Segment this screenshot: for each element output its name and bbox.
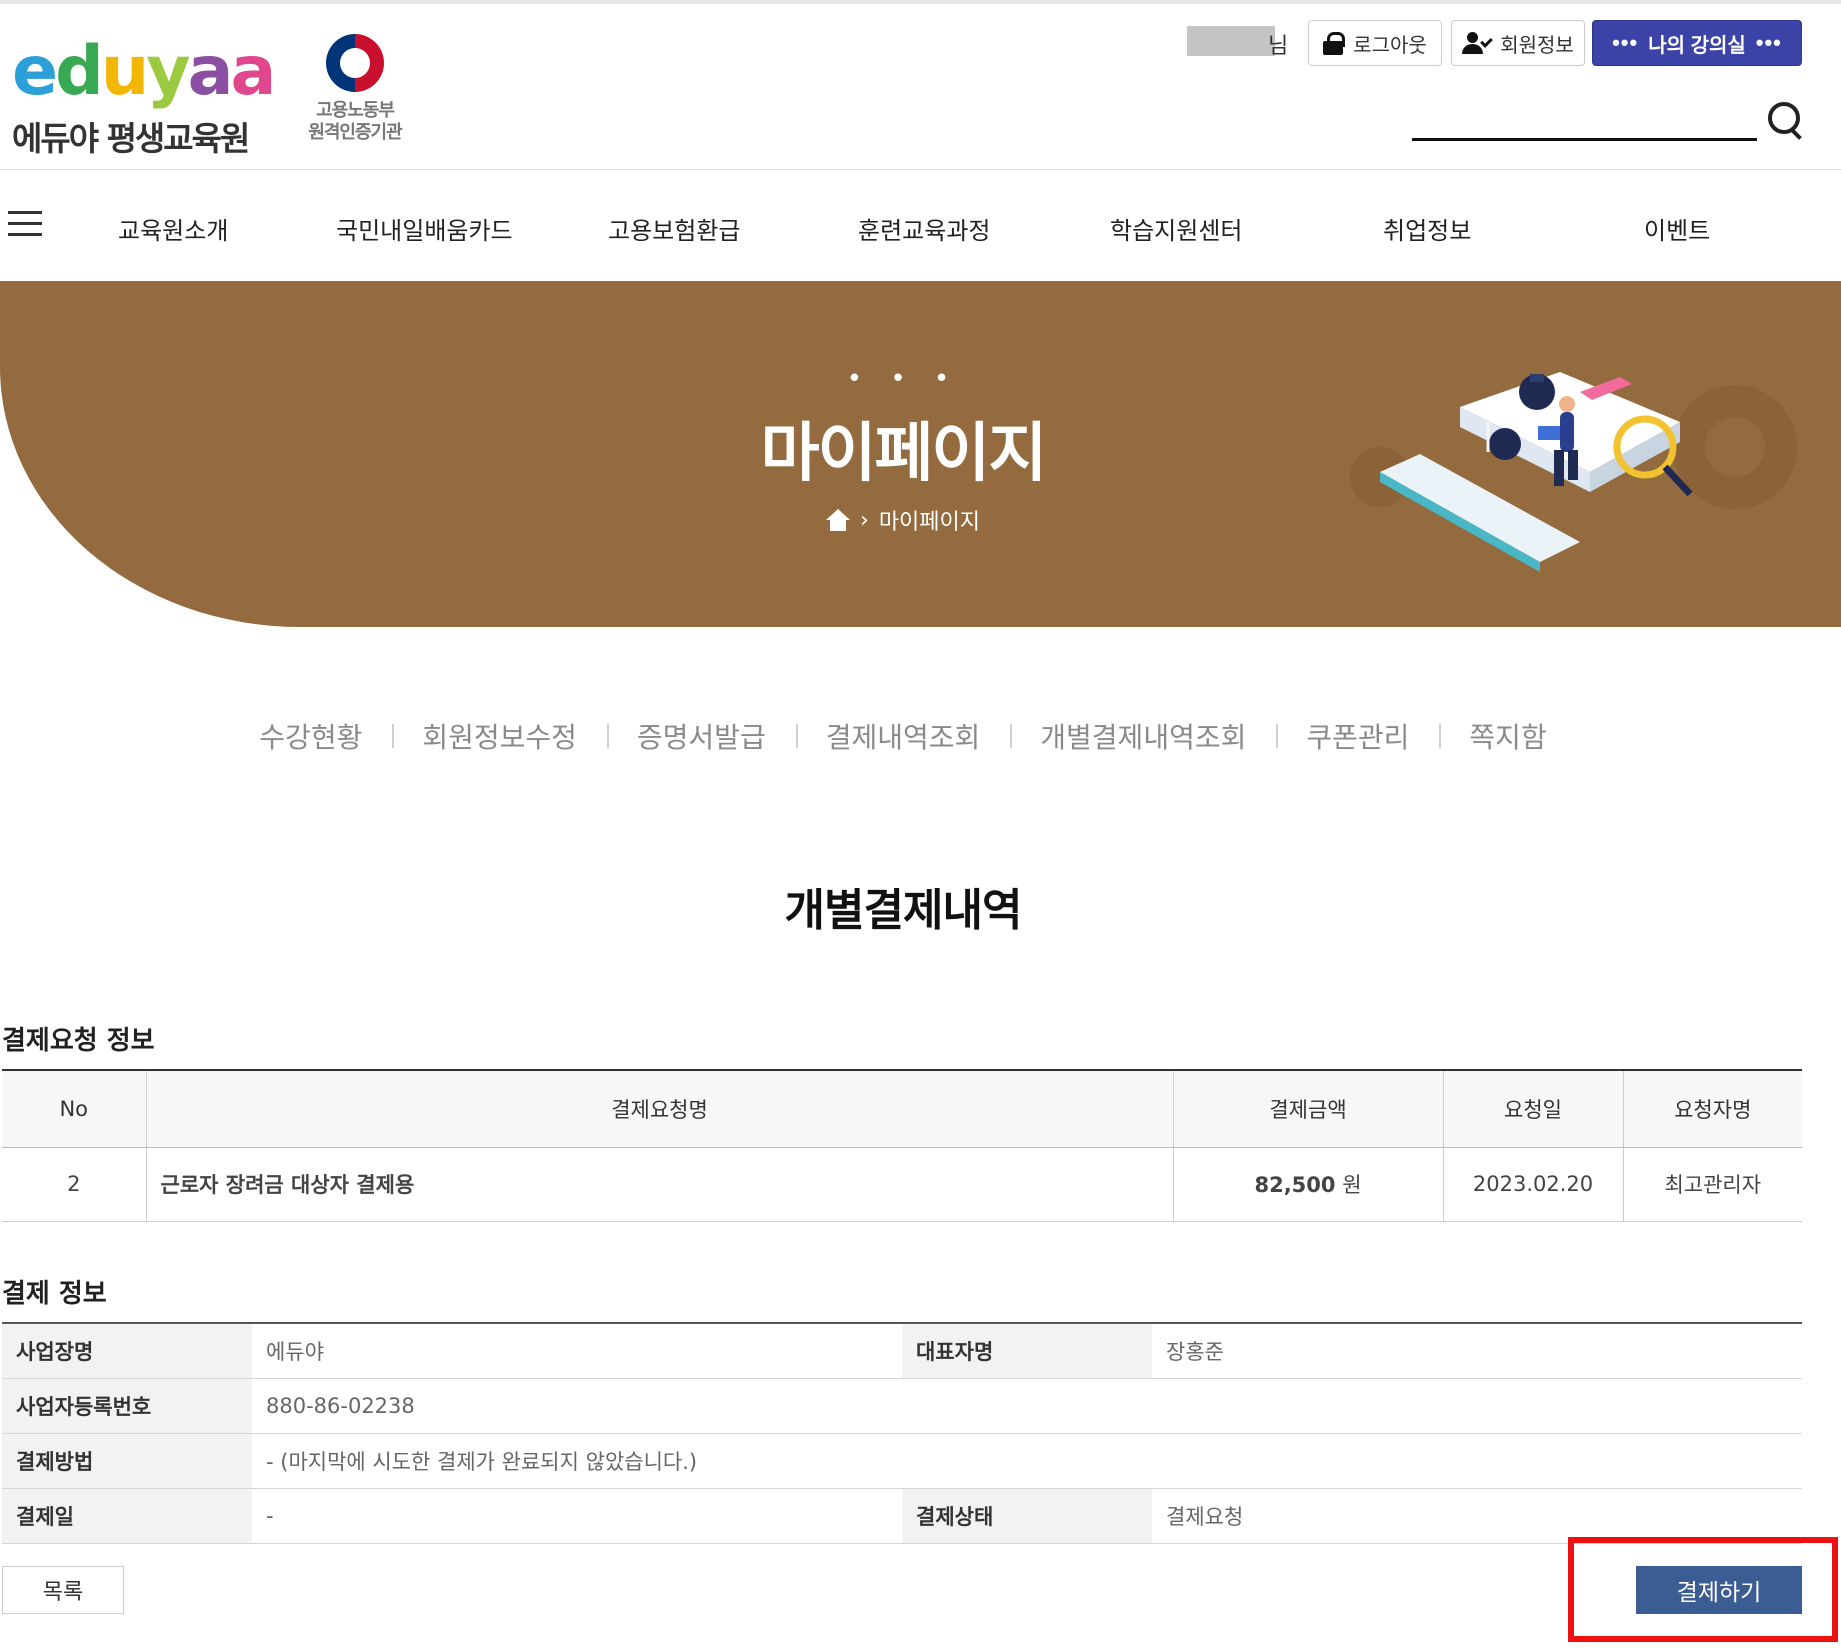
ceo-label: 대표자명 xyxy=(902,1323,1152,1379)
main-nav: 교육원소개 국민내일배움카드 고용보험환급 훈련교육과정 학습지원센터 취업정보… xyxy=(0,171,1841,281)
cell-requester: 최고관리자 xyxy=(1622,1147,1802,1222)
nav-item-insurance-refund[interactable]: 고용보험환급 xyxy=(608,211,740,246)
col-header-request-date: 요청일 xyxy=(1442,1070,1623,1148)
ministry-line1: 고용노동부 xyxy=(316,100,395,121)
table-row: 2 근로자 장려금 대상자 결제용 82,500 원 2023.02.20 최고… xyxy=(2,1147,1802,1222)
taegeuk-emblem-icon xyxy=(326,34,384,92)
nav-item-events[interactable]: 이벤트 xyxy=(1644,211,1710,246)
tab-payment-history[interactable]: 결제내역조회 xyxy=(795,716,1011,756)
payment-method-value: - (마지막에 시도한 결제가 완료되지 않았습니다.) xyxy=(252,1433,1802,1489)
eduyaa-logo[interactable]: eduyaa 에듀야 평생교육원 xyxy=(12,32,282,158)
lock-icon xyxy=(1323,32,1346,55)
logo-subtitle: 에듀야 평생교육원 xyxy=(12,119,250,158)
payment-status-label: 결제상태 xyxy=(902,1488,1152,1544)
reg-no-label: 사업자등록번호 xyxy=(2,1378,252,1434)
table-row: 사업자등록번호 880-86-02238 xyxy=(2,1378,1802,1434)
business-name-label: 사업장명 xyxy=(2,1323,252,1379)
table-row: 사업장명 에듀야 대표자명 장홍준 xyxy=(2,1323,1802,1379)
my-classroom-label: 나의 강의실 xyxy=(1648,34,1746,57)
nav-item-learning-card[interactable]: 국민내일배움카드 xyxy=(336,211,513,246)
member-info-button[interactable]: 회원정보 xyxy=(1451,20,1585,66)
member-info-label: 회원정보 xyxy=(1500,34,1574,57)
hamburger-menu-icon[interactable] xyxy=(8,211,42,237)
payment-date-value: - xyxy=(252,1488,902,1544)
col-header-requester: 요청자명 xyxy=(1622,1070,1802,1148)
user-check-icon xyxy=(1462,32,1494,54)
table-row: 결제방법 - (마지막에 시도한 결제가 완료되지 않았습니다.) xyxy=(2,1433,1802,1489)
search-input[interactable] xyxy=(1412,138,1757,141)
page-title: 개별결제내역 xyxy=(784,885,1023,936)
tab-certificates[interactable]: 증명서발급 xyxy=(606,716,796,756)
payment-request-table: No 결제요청명 결제금액 요청일 요청자명 2 근로자 장려금 대상자 결제용… xyxy=(2,1069,1802,1222)
payment-info-heading: 결제 정보 xyxy=(2,1279,107,1309)
dots-icon: ••• xyxy=(1612,30,1639,55)
cell-amount: 82,500 원 xyxy=(1172,1147,1443,1222)
cell-no: 2 xyxy=(2,1147,146,1222)
col-header-request-name: 결제요청명 xyxy=(145,1070,1173,1148)
ministry-certification-badge: 고용노동부 원격인증기관 xyxy=(300,34,410,154)
request-info-heading: 결제요청 정보 xyxy=(2,1026,155,1056)
payment-status-value: 결제요청 xyxy=(1152,1488,1802,1544)
ceo-value: 장홍준 xyxy=(1152,1323,1802,1379)
search-icon[interactable] xyxy=(1768,102,1804,140)
cell-request-date: 2023.02.20 xyxy=(1442,1147,1623,1222)
tab-edit-member-info[interactable]: 회원정보수정 xyxy=(392,716,607,756)
amount-currency: 원 xyxy=(1342,1173,1362,1197)
nav-item-courses[interactable]: 훈련교육과정 xyxy=(858,211,990,246)
amount-value: 82,500 xyxy=(1254,1173,1336,1197)
col-header-no: No xyxy=(2,1070,146,1148)
table-row: 결제일 - 결제상태 결제요청 xyxy=(2,1488,1802,1544)
dots-icon: ••• xyxy=(1755,30,1782,55)
user-honorific: 님 xyxy=(1268,34,1289,59)
nav-item-jobs[interactable]: 취업정보 xyxy=(1383,211,1471,246)
site-header: eduyaa 에듀야 평생교육원 고용노동부 원격인증기관 님 로그아웃 회원정… xyxy=(0,4,1841,170)
logo-wordmark: eduyaa xyxy=(12,32,276,111)
logout-label: 로그아웃 xyxy=(1353,34,1427,57)
home-icon[interactable] xyxy=(826,509,850,531)
ministry-line2: 원격인증기관 xyxy=(308,122,402,143)
mypage-subtabs: 수강현황 회원정보수정 증명서발급 결제내역조회 개별결제내역조회 쿠폰관리 쪽… xyxy=(0,716,1806,756)
breadcrumb: › 마이페이지 xyxy=(826,504,980,536)
business-name-value: 에듀야 xyxy=(252,1323,902,1379)
cell-request-name: 근로자 장려금 대상자 결제용 xyxy=(145,1147,1173,1222)
payment-info-table: 사업장명 에듀야 대표자명 장홍준 사업자등록번호 880-86-02238 결… xyxy=(2,1322,1802,1544)
logout-button[interactable]: 로그아웃 xyxy=(1308,20,1442,66)
tab-messages[interactable]: 쪽지함 xyxy=(1439,716,1576,756)
nav-item-about[interactable]: 교육원소개 xyxy=(118,211,228,246)
pay-button[interactable]: 결제하기 xyxy=(1636,1566,1802,1614)
breadcrumb-current[interactable]: 마이페이지 xyxy=(879,504,980,536)
tab-individual-payment-history[interactable]: 개별결제내역조회 xyxy=(1010,716,1276,756)
reg-no-value: 880-86-02238 xyxy=(252,1378,1802,1434)
list-button[interactable]: 목록 xyxy=(2,1566,124,1614)
col-header-amount: 결제금액 xyxy=(1172,1070,1443,1148)
my-classroom-button[interactable]: ••• 나의 강의실 ••• xyxy=(1592,20,1802,66)
table-header-row: No 결제요청명 결제금액 요청일 요청자명 xyxy=(2,1070,1802,1148)
breadcrumb-separator: › xyxy=(860,507,869,533)
payment-method-label: 결제방법 xyxy=(2,1433,252,1489)
tab-coupons[interactable]: 쿠폰관리 xyxy=(1276,716,1439,756)
study-illustration xyxy=(1350,372,1797,572)
payment-date-label: 결제일 xyxy=(2,1488,252,1544)
redacted-username xyxy=(1187,26,1275,56)
nav-item-support-center[interactable]: 학습지원센터 xyxy=(1110,211,1242,246)
tab-course-status[interactable]: 수강현황 xyxy=(229,716,392,756)
